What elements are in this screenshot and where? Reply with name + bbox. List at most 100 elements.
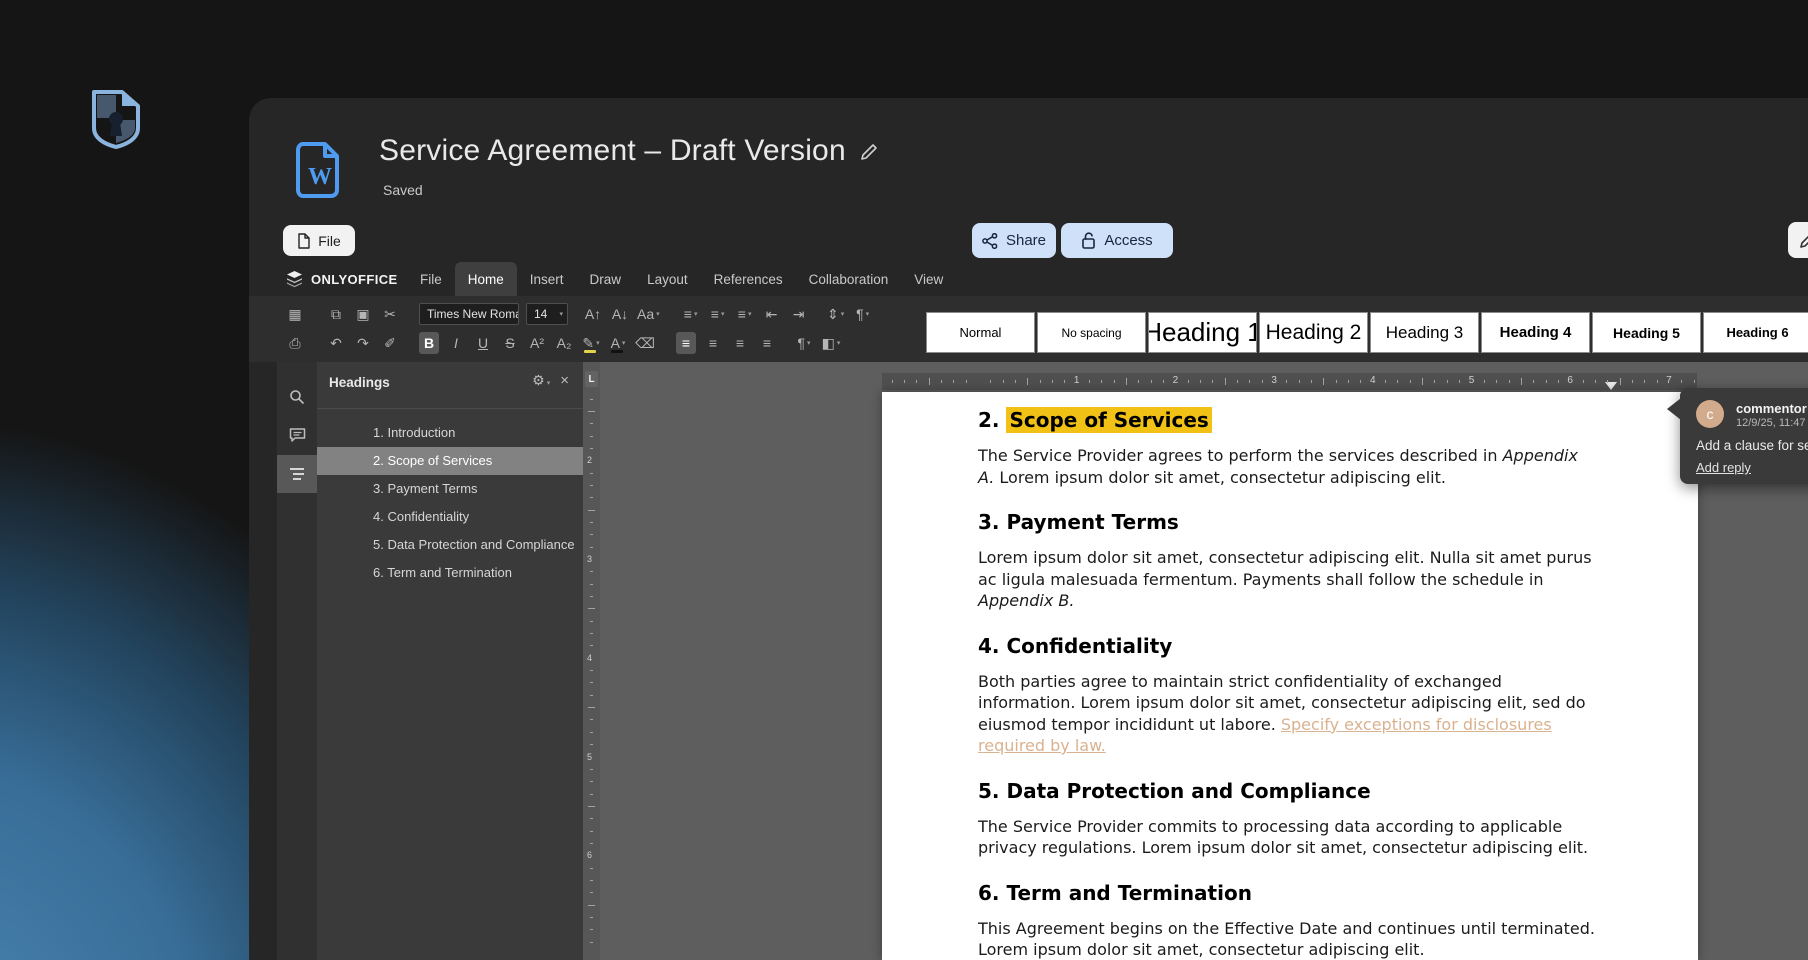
subscript-button[interactable]: A₂ — [554, 332, 574, 354]
strikeout-button[interactable]: S — [500, 332, 520, 354]
edit-mode-button-partial[interactable] — [1788, 222, 1808, 258]
first-line-indent-marker[interactable] — [1605, 382, 1617, 390]
shading-icon[interactable]: ◧▾ — [821, 332, 841, 354]
section-paragraph: This Agreement begins on the Effective D… — [978, 918, 1598, 960]
rename-pencil-icon[interactable] — [860, 142, 879, 161]
add-reply-link[interactable]: Add reply — [1696, 460, 1751, 475]
multilevel-list-icon[interactable]: ≡▾ — [735, 303, 755, 325]
menu-tab-draw[interactable]: Draw — [577, 262, 635, 296]
toolbar: ▦ ⧉ ▣ ✂ Times New Roman▾ 14▾ A↑ A↓ Aa▾ ≡▾ ≡▾ ≡▾ ⇤ ⇥ ⇕▾… — [249, 296, 1808, 362]
copy-style-icon[interactable]: ✐ — [380, 332, 400, 354]
panel-settings-gear-icon[interactable]: ⚙▾ — [532, 372, 550, 389]
left-icon-rail — [277, 362, 317, 960]
v-ruler-tick — [590, 497, 593, 498]
file-button[interactable]: File — [283, 225, 355, 256]
document-page[interactable]: 2. Scope of ServicesThe Service Provider… — [882, 392, 1698, 960]
heading-nav-item[interactable]: 5. Data Protection and Compliance — [317, 531, 583, 559]
tab-stop-selector[interactable]: L — [585, 371, 598, 387]
v-ruler-number: 3 — [587, 554, 592, 564]
change-case-icon[interactable]: Aa▾ — [637, 303, 660, 325]
comment-popup-tail — [1667, 398, 1681, 420]
heading-nav-item[interactable]: 1. Introduction — [317, 419, 583, 447]
paste-icon[interactable]: ▣ — [353, 303, 373, 325]
h-ruler-tick — [1546, 380, 1547, 383]
style-heading-1[interactable]: Heading 1 — [1148, 312, 1257, 353]
heading-nav-item[interactable]: 4. Confidentiality — [317, 503, 583, 531]
menu-tab-view[interactable]: View — [901, 262, 956, 296]
justify-button[interactable]: ≡ — [757, 332, 777, 354]
style-heading-2[interactable]: Heading 2 — [1259, 312, 1368, 353]
bold-button[interactable]: B — [419, 332, 439, 354]
style-heading-3[interactable]: Heading 3 — [1370, 312, 1479, 353]
menu-tab-insert[interactable]: Insert — [517, 262, 577, 296]
superscript-button[interactable]: A² — [527, 332, 547, 354]
menu-tab-references[interactable]: References — [701, 262, 796, 296]
search-icon[interactable] — [277, 378, 317, 416]
v-ruler-tick — [590, 929, 593, 930]
h-ruler-tick — [1397, 380, 1398, 383]
menu-tab-file[interactable]: File — [407, 262, 455, 296]
v-ruler-tick — [588, 806, 595, 807]
v-ruler-tick — [590, 547, 593, 548]
increase-indent-icon[interactable]: ⇥ — [789, 303, 809, 325]
menu-tab-layout[interactable]: Layout — [634, 262, 701, 296]
cut-icon[interactable]: ✂ — [380, 303, 400, 325]
nonprinting-characters-icon[interactable]: ¶▾ — [794, 332, 814, 354]
italic-button[interactable]: I — [446, 332, 466, 354]
headings-panel: Headings ⚙▾ × 1. Introduction2. Scope of… — [317, 362, 583, 960]
font-size-combo[interactable]: 14▾ — [526, 303, 568, 325]
clear-style-icon[interactable]: ⌫ — [635, 332, 655, 354]
align-center-button[interactable]: ≡ — [703, 332, 723, 354]
font-name-combo[interactable]: Times New Roman▾ — [419, 303, 519, 325]
numbering-icon[interactable]: ≡▾ — [708, 303, 728, 325]
v-ruler-tick — [590, 695, 593, 696]
h-ruler-tick — [1583, 380, 1584, 383]
document-section: 5. Data Protection and ComplianceThe Ser… — [978, 779, 1598, 859]
v-ruler-tick — [590, 485, 593, 486]
comments-icon[interactable] — [277, 416, 317, 454]
style-heading-6[interactable]: Heading 6 — [1703, 312, 1808, 353]
access-button[interactable]: Access — [1061, 223, 1173, 258]
h-ruler-tick — [892, 380, 893, 383]
style-no-spacing[interactable]: No spacing — [1037, 312, 1146, 353]
print-icon[interactable]: ⎙ — [285, 332, 305, 354]
copy-icon[interactable]: ⧉ — [326, 303, 346, 325]
panel-close-icon[interactable]: × — [560, 372, 569, 389]
align-left-button[interactable]: ≡ — [676, 332, 696, 354]
undo-icon[interactable]: ↶ — [326, 332, 346, 354]
share-button[interactable]: Share — [972, 223, 1056, 258]
h-ruler-number: 2 — [1173, 375, 1179, 386]
menu-tab-home[interactable]: Home — [455, 262, 517, 296]
h-ruler-tick — [1286, 380, 1287, 383]
style-heading-4[interactable]: Heading 4 — [1481, 312, 1590, 353]
v-ruler-tick — [590, 522, 593, 523]
document-section: 2. Scope of ServicesThe Service Provider… — [978, 408, 1598, 488]
h-ruler-tick — [904, 380, 905, 383]
h-ruler-tick — [1163, 380, 1164, 383]
horizontal-ruler: 1234567 — [882, 373, 1697, 390]
navigation-headings-icon[interactable] — [277, 455, 317, 493]
v-ruler-tick — [590, 423, 593, 424]
save-icon[interactable]: ▦ — [285, 303, 305, 325]
font-color-button[interactable]: A▾ — [608, 332, 628, 354]
underline-button[interactable]: U — [473, 332, 493, 354]
heading-nav-item[interactable]: 6. Term and Termination — [317, 559, 583, 587]
decrease-indent-icon[interactable]: ⇤ — [762, 303, 782, 325]
h-ruler-tick — [1249, 380, 1250, 383]
redo-icon[interactable]: ↷ — [353, 332, 373, 354]
style-normal[interactable]: Normal — [926, 312, 1035, 353]
heading-nav-item[interactable]: 2. Scope of Services — [317, 447, 583, 475]
style-heading-5[interactable]: Heading 5 — [1592, 312, 1701, 353]
bullets-icon[interactable]: ≡▾ — [681, 303, 701, 325]
decrement-font-icon[interactable]: A↓ — [610, 303, 630, 325]
align-right-button[interactable]: ≡ — [730, 332, 750, 354]
paragraph-sort-icon[interactable]: ¶▾ — [853, 303, 873, 325]
heading-nav-item[interactable]: 3. Payment Terms — [317, 475, 583, 503]
v-ruler-tick — [588, 510, 595, 511]
menu-tab-collaboration[interactable]: Collaboration — [796, 262, 902, 296]
svg-text:W: W — [308, 164, 332, 190]
v-ruler-tick — [590, 670, 593, 671]
increment-font-icon[interactable]: A↑ — [583, 303, 603, 325]
line-spacing-icon[interactable]: ⇕▾ — [826, 303, 846, 325]
highlight-color-button[interactable]: ✎▾ — [581, 332, 601, 354]
